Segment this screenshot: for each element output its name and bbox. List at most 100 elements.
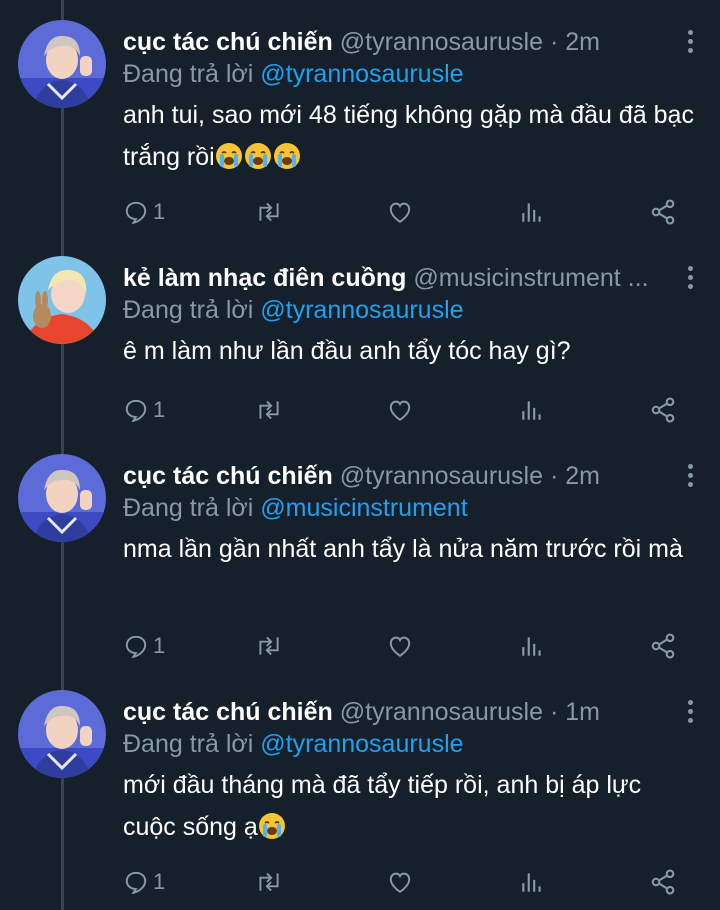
like-button[interactable] <box>386 390 414 430</box>
retweet-icon <box>259 400 279 420</box>
tweet-actions: 1 <box>123 390 700 430</box>
share-button[interactable] <box>649 192 677 232</box>
share-icon <box>651 869 675 895</box>
retweet-icon <box>259 202 279 222</box>
user-handle[interactable]: @tyrannosaurusle <box>340 28 543 56</box>
retweet-button[interactable] <box>255 192 283 232</box>
more-vertical-icon[interactable] <box>686 700 694 724</box>
reply-icon <box>125 871 147 895</box>
replying-to-label: Đang trả lời <box>123 296 261 324</box>
share-button[interactable] <box>649 626 677 666</box>
reply-count: 1 <box>153 869 166 894</box>
reply-count: 1 <box>153 633 166 658</box>
tweet-text-content: nma lần gần nhất anh tẩy là nửa năm trướ… <box>123 535 683 563</box>
display-name[interactable]: cục tác chú chiến <box>123 698 333 726</box>
tweet-text-content: ê m làm như lần đầu anh tẩy tóc hay gì? <box>123 337 571 365</box>
replying-to-label: Đang trả lời <box>123 60 261 88</box>
analytics-icon <box>522 873 541 892</box>
heart-icon <box>389 872 411 893</box>
tweet-text: ê m làm như lần đầu anh tẩy tóc hay gì? <box>123 330 700 372</box>
loudly-crying-face-icon <box>258 813 285 839</box>
separator-dot: · <box>549 462 559 490</box>
loudly-crying-face-icon <box>273 143 300 169</box>
tweet[interactable]: cục tác chú chiến @tyrannosaurusle · 2m … <box>0 434 720 674</box>
share-icon <box>651 633 675 659</box>
analytics-icon <box>522 637 541 656</box>
tweet-actions: 1 <box>123 626 700 666</box>
retweet-icon <box>259 636 279 656</box>
replying-to: Đang trả lời @tyrannosaurusle <box>123 294 700 326</box>
mention-link[interactable]: @musicinstrument <box>260 494 467 522</box>
avatar[interactable] <box>18 454 106 542</box>
reply-button[interactable]: 1 <box>123 862 165 902</box>
tweet-header: cục tác chú chiến @tyrannosaurusle · 2m <box>123 460 700 492</box>
replying-to-label: Đang trả lời <box>123 730 261 758</box>
analytics-button[interactable] <box>519 192 545 232</box>
share-button[interactable] <box>649 390 677 430</box>
reply-count: 1 <box>153 397 166 422</box>
heart-icon <box>389 202 411 223</box>
analytics-icon <box>522 401 541 420</box>
retweet-icon <box>259 872 279 892</box>
avatar[interactable] <box>18 256 106 344</box>
reply-button[interactable]: 1 <box>123 626 165 666</box>
replying-to: Đang trả lời @tyrannosaurusle <box>123 728 700 760</box>
tweet-text: mới đầu tháng mà đã tẩy tiếp rồi, anh bị… <box>123 764 700 848</box>
tweet-actions: 1 <box>123 862 700 902</box>
replying-to-label: Đang trả lời <box>123 494 261 522</box>
like-button[interactable] <box>386 626 414 666</box>
emoji-group <box>215 143 302 171</box>
tweet[interactable]: cục tác chú chiến @tyrannosaurusle · 1m … <box>0 670 720 910</box>
reply-button[interactable]: 1 <box>123 390 165 430</box>
more-vertical-icon[interactable] <box>686 30 694 54</box>
more-vertical-icon[interactable] <box>686 266 694 290</box>
share-icon <box>651 397 675 423</box>
mention-link[interactable]: @tyrannosaurusle <box>260 296 463 324</box>
mention-link[interactable]: @tyrannosaurusle <box>260 730 463 758</box>
reply-count: 1 <box>153 199 166 224</box>
heart-icon <box>389 636 411 657</box>
share-icon <box>651 199 675 225</box>
tweet-header: cục tác chú chiến @tyrannosaurusle · 2m <box>123 26 700 58</box>
reply-button[interactable]: 1 <box>123 192 165 232</box>
reply-icon <box>125 635 147 659</box>
share-button[interactable] <box>649 862 677 902</box>
timestamp[interactable]: 1m <box>565 698 600 726</box>
display-name[interactable]: cục tác chú chiến <box>123 28 333 56</box>
like-button[interactable] <box>386 862 414 902</box>
tweet-text: nma lần gần nhất anh tẩy là nửa năm trướ… <box>123 528 700 570</box>
loudly-crying-face-icon <box>244 143 271 169</box>
replying-to: Đang trả lời @musicinstrument <box>123 492 700 524</box>
tweet-header: kẻ làm nhạc điên cuồng @musicinstrument … <box>123 262 700 294</box>
timestamp[interactable]: 2m <box>565 462 600 490</box>
analytics-icon <box>522 203 541 222</box>
retweet-button[interactable] <box>255 862 283 902</box>
timestamp[interactable]: 2m <box>565 28 600 56</box>
display-name[interactable]: kẻ làm nhạc điên cuồng <box>123 264 406 292</box>
analytics-button[interactable] <box>519 390 545 430</box>
tweet-text-content: anh tui, sao mới 48 tiếng không gặp mà đ… <box>123 101 694 171</box>
user-handle[interactable]: @tyrannosaurusle <box>340 462 543 490</box>
retweet-button[interactable] <box>255 390 283 430</box>
user-handle[interactable]: @tyrannosaurusle <box>340 698 543 726</box>
replying-to: Đang trả lời @tyrannosaurusle <box>123 58 700 90</box>
analytics-button[interactable] <box>519 626 545 666</box>
tweet-text-content: mới đầu tháng mà đã tẩy tiếp rồi, anh bị… <box>123 771 642 841</box>
analytics-button[interactable] <box>519 862 545 902</box>
like-button[interactable] <box>386 192 414 232</box>
tweet[interactable]: cục tác chú chiến @tyrannosaurusle · 2m … <box>0 0 720 240</box>
tweet[interactable]: kẻ làm nhạc điên cuồng @musicinstrument … <box>0 236 720 456</box>
retweet-button[interactable] <box>255 626 283 666</box>
heart-icon <box>389 400 411 421</box>
avatar[interactable] <box>18 690 106 778</box>
mention-link[interactable]: @tyrannosaurusle <box>260 60 463 88</box>
user-handle[interactable]: @musicinstrument ... <box>413 264 648 292</box>
reply-icon <box>125 399 147 423</box>
display-name[interactable]: cục tác chú chiến <box>123 462 333 490</box>
separator-dot: · <box>549 28 559 56</box>
tweet-actions: 1 <box>123 192 700 232</box>
more-vertical-icon[interactable] <box>686 464 694 488</box>
separator-dot: · <box>549 698 559 726</box>
loudly-crying-face-icon <box>215 143 242 169</box>
avatar[interactable] <box>18 20 106 108</box>
